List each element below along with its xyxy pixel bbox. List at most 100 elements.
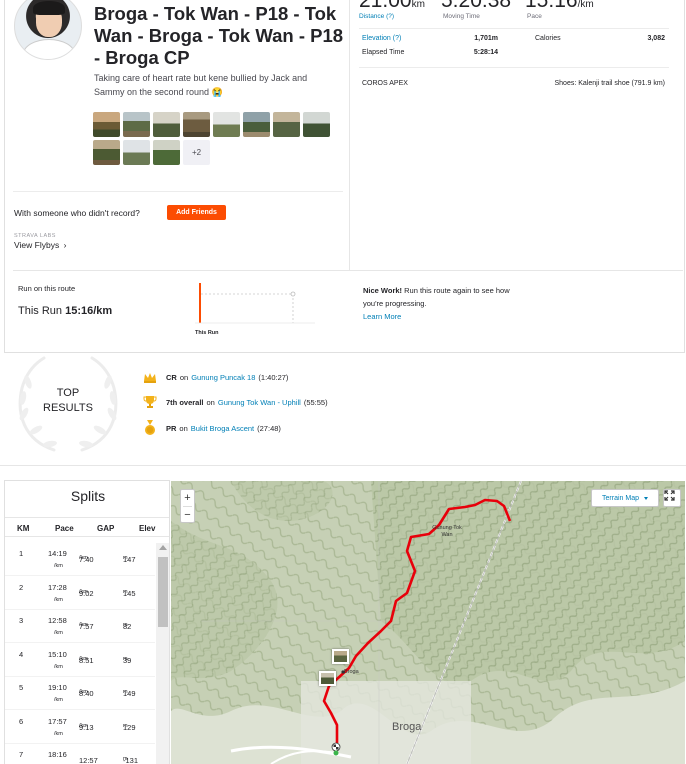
split-pace-unit: /km [54,730,63,737]
column-header-pace: Pace [55,524,74,533]
split-km: 5 [19,683,24,692]
achievement-on: on [206,397,215,407]
peak-label: Gunung Tok Wan [427,525,467,539]
caret-down-icon [643,496,648,500]
route-comparison-chart [195,283,315,324]
scroll-thumb[interactable] [158,557,168,627]
splits-title: Splits [70,488,106,504]
add-friends-button[interactable]: Add Friends [167,205,226,220]
achievement-on: on [179,372,189,382]
split-row: 718:16/km12:57 /km-131 m [5,744,155,764]
activity-photo[interactable] [123,112,150,137]
achievement-item: 7th overall on Gunung Tok Wan - Uphill (… [143,395,328,409]
activity-photo[interactable] [123,140,150,165]
divider [359,28,669,29]
route-point [290,291,296,297]
route-map[interactable]: Gunung Tok Wan Broga Broga + − Terrain M… [171,481,685,764]
splits-scrollbar[interactable] [156,543,169,764]
route-label: Run on this route [18,284,76,293]
this-run-pace: 15:16/km [65,305,113,317]
split-pace-unit: /km [54,630,63,636]
device-name: COROS APEX [362,80,408,87]
activity-photo[interactable] [303,112,330,137]
zoom-in-button[interactable]: + [181,490,194,506]
split-pace: 19:10 [48,683,67,692]
this-run-prefix: This Run [18,305,63,317]
split-pace: 18:16 [48,750,67,759]
split-pace: 17:57 [48,716,67,726]
split-row: 5 19:10/km 8:40 /km 149 m [5,677,155,710]
activity-photo[interactable] [153,112,180,137]
achievement-item: CR on Gunung Puncak 18 (1:40:27) [143,370,288,384]
split-pace: 15:10 [48,649,67,659]
elevation-value: 1,701m [474,35,498,42]
segment-link[interactable]: Gunung Tok Wan - Uphill [218,398,301,407]
divider [13,191,343,192]
chart-this-run-label: This Run [195,330,219,336]
zoom-controls: + − [180,489,195,523]
column-header-elev: Elev [139,524,156,533]
achievement-rank: 7th overall [166,397,204,407]
moving-time-label: Moving Time [443,13,480,20]
route-photo-marker[interactable] [319,671,336,686]
elapsed-time-label: Elapsed Time [362,49,405,56]
start-marker [333,750,339,756]
activity-photo[interactable] [183,112,210,137]
scroll-up-icon[interactable] [159,545,167,550]
activity-photo[interactable] [243,112,270,137]
achievement-time: (55:55) [303,397,328,407]
split-pace: 17:28 [48,582,67,592]
divider [13,270,683,271]
pr-medal-icon [143,420,157,435]
activity-photo[interactable] [153,140,180,165]
view-flybys-label: View Flybys [14,240,60,250]
elevation-help-link[interactable]: Elevation (?) [362,35,401,42]
split-km: 4 [19,649,24,659]
split-pace: 14:19 [48,549,67,558]
route-photo-marker[interactable] [332,649,349,664]
segment-link[interactable]: Bukit Broga Ascent [191,424,254,433]
view-flybys-link[interactable]: View Flybys › [14,240,66,250]
zoom-out-button[interactable]: − [181,507,194,523]
activity-photo[interactable] [93,112,120,137]
activity-photo[interactable] [93,140,120,165]
splits-header: KM Pace GAP Elev [5,517,169,537]
divider [349,0,350,270]
split-km: 6 [19,716,24,726]
split-row: 3 12:58/km 7:57 /km 82 m [5,610,155,643]
map-type-dropdown[interactable]: Terrain Map [591,489,659,507]
achievement-time: (27:48) [257,423,281,433]
peak-label-line2: Wan [441,532,453,538]
trophy-icon [143,395,157,409]
distance-help-link[interactable]: Distance (?) [359,13,394,20]
peak-label-line1: Gunung Tok [432,525,462,531]
top-results-line2: RESULTS [43,402,93,414]
split-km: 3 [19,616,24,625]
split-row: 2 17:28/km 9:02 /km 145 m [5,577,155,610]
learn-more-link[interactable]: Learn More [363,312,401,321]
nice-work-bold: Nice Work! [363,286,403,295]
more-photos-button[interactable]: +2 [183,140,210,165]
pace-unit: /km [577,0,594,10]
split-row: 1 14:19/km 7:40 /km 147 m [5,543,155,576]
strava-labs-label: STRAVA LABS [14,233,56,239]
avatar[interactable] [14,0,82,60]
town-label: Broga [392,721,422,733]
achievement-rank: CR [166,372,177,382]
distance-unit: km [411,0,425,10]
split-pace-unit: /km [54,663,63,670]
split-km: 7 [19,750,24,759]
broga-marker-label: Broga [344,669,359,675]
divider [359,67,669,68]
activity-stats: 21.00km Distance (?) 5:20:38 Moving Time… [359,0,679,270]
achievement-rank: PR [166,423,177,433]
finish-flag-icon [331,742,341,752]
this-run-summary: This Run 15:16/km [18,305,112,317]
activity-photo[interactable] [213,112,240,137]
segment-link[interactable]: Gunung Puncak 18 [191,373,255,382]
activity-photo[interactable] [273,112,300,137]
pace-value: 15:16 [525,0,578,12]
split-pace-unit: /km [54,563,63,569]
fullscreen-button[interactable] [663,489,681,507]
calories-label: Calories [535,35,561,42]
